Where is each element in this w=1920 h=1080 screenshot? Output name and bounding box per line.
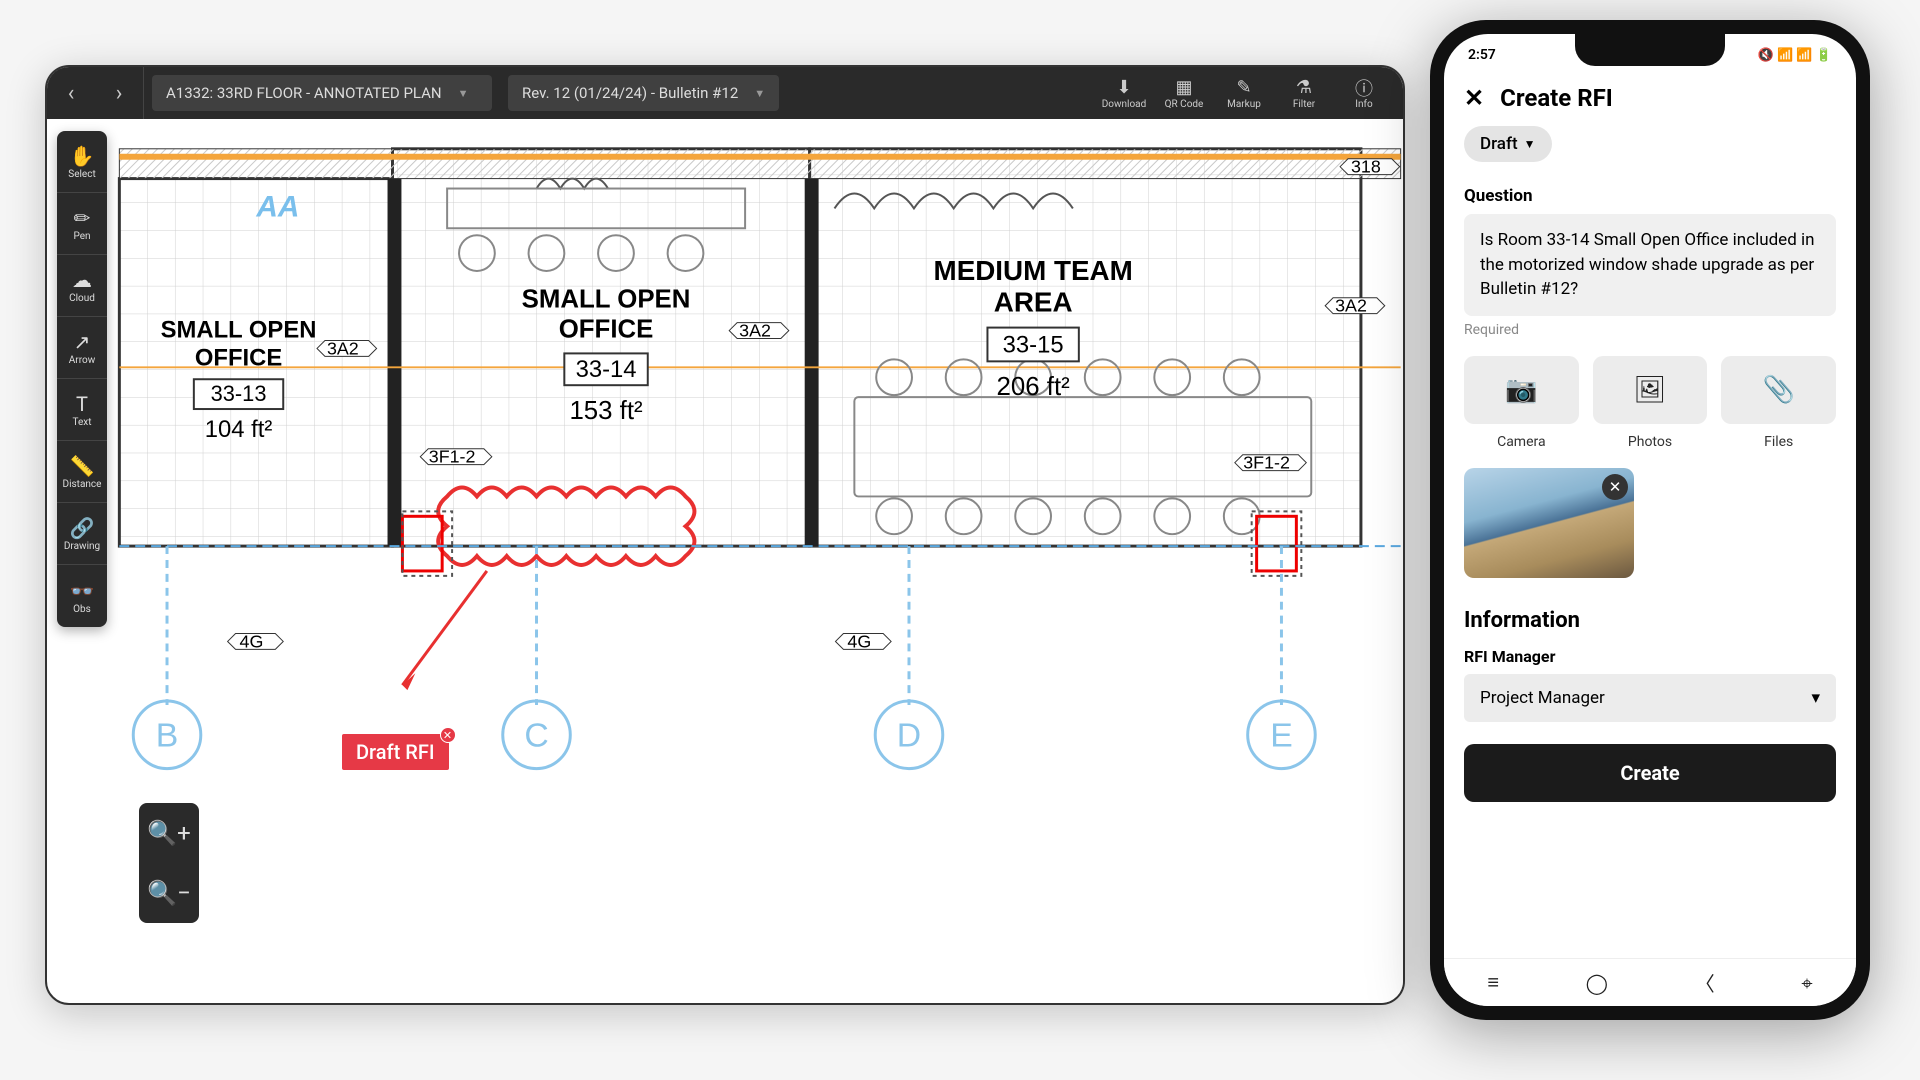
question-input[interactable]: Is Room 33-14 Small Open Office included… bbox=[1464, 214, 1836, 316]
hand-icon: ✋ bbox=[70, 143, 95, 169]
top-actions: ⬇Download ▦QR Code ✎Markup ⚗Filter ⓘInfo bbox=[1097, 77, 1403, 110]
required-label: Required bbox=[1464, 322, 1836, 338]
camera-button[interactable]: 📷 Camera bbox=[1464, 356, 1579, 450]
info-button[interactable]: ⓘInfo bbox=[1337, 77, 1391, 110]
status-icons: 🔇 📶 📶 🔋 bbox=[1758, 48, 1832, 63]
status-chip[interactable]: Draft ▼ bbox=[1464, 126, 1552, 162]
text-icon: T bbox=[76, 391, 88, 417]
remove-thumbnail-button[interactable]: ✕ bbox=[1602, 474, 1628, 500]
back-button[interactable]: 〈 bbox=[1695, 968, 1715, 997]
svg-text:33-13: 33-13 bbox=[211, 381, 267, 406]
photos-button[interactable]: 🖼 Photos bbox=[1593, 356, 1708, 450]
link-icon: 🔗 bbox=[70, 515, 95, 541]
svg-text:33-14: 33-14 bbox=[576, 356, 637, 383]
svg-text:104 ft²: 104 ft² bbox=[205, 416, 273, 443]
create-button[interactable]: Create bbox=[1464, 744, 1836, 802]
draft-rfi-tag[interactable]: Draft RFI ✕ bbox=[342, 734, 449, 770]
download-button[interactable]: ⬇Download bbox=[1097, 77, 1151, 110]
markup-button[interactable]: ✎Markup bbox=[1217, 77, 1271, 110]
question-label: Question bbox=[1464, 186, 1836, 206]
paperclip-icon: 📎 bbox=[1762, 375, 1794, 405]
ruler-icon: 📏 bbox=[70, 453, 95, 479]
camera-icon: 📷 bbox=[1505, 375, 1537, 405]
nav-arrows: ‹ › bbox=[47, 67, 144, 119]
manager-label: RFI Manager bbox=[1464, 647, 1836, 666]
image-icon: 🖼 bbox=[1634, 375, 1667, 405]
filter-button[interactable]: ⚗Filter bbox=[1277, 77, 1331, 110]
tool-palette: ✋Select ✏Pen ☁Cloud ↗Arrow TText 📏Distan… bbox=[57, 131, 107, 627]
files-button[interactable]: 📎 Files bbox=[1721, 356, 1836, 450]
svg-text:D: D bbox=[897, 717, 921, 755]
svg-text:33-15: 33-15 bbox=[1003, 331, 1064, 358]
svg-text:153 ft²: 153 ft² bbox=[569, 397, 643, 425]
svg-text:3A2: 3A2 bbox=[327, 338, 359, 358]
select-tool[interactable]: ✋Select bbox=[57, 131, 107, 193]
chevron-down-icon: ▼ bbox=[458, 87, 469, 100]
cloud-icon: ☁ bbox=[72, 267, 92, 293]
chevron-down-icon: ▼ bbox=[1524, 137, 1536, 151]
attachment-row: 📷 Camera 🖼 Photos 📎 Files bbox=[1464, 356, 1836, 450]
accessibility-button[interactable]: ⌖ bbox=[1801, 971, 1812, 995]
svg-text:4G: 4G bbox=[240, 631, 264, 651]
phone-body: Draft ▼ Question Is Room 33-14 Small Ope… bbox=[1444, 126, 1856, 958]
cloud-tool[interactable]: ☁Cloud bbox=[57, 255, 107, 317]
zoom-control: 🔍+ 🔍− bbox=[139, 803, 199, 923]
photo-thumbnail[interactable]: ✕ bbox=[1464, 468, 1634, 578]
qrcode-button[interactable]: ▦QR Code bbox=[1157, 77, 1211, 110]
svg-text:3A2: 3A2 bbox=[739, 321, 771, 341]
svg-text:C: C bbox=[524, 717, 548, 755]
manager-select[interactable]: Project Manager ▾ bbox=[1464, 674, 1836, 722]
obs-tool[interactable]: 👓Obs bbox=[57, 565, 107, 627]
floor-plan-svg: B C D E 3A2 3A2 3A2 318 3F1-2 3F1-2 4G 4… bbox=[117, 119, 1403, 1003]
sheet-dropdown-label: A1332: 33RD FLOOR - ANNOTATED PLAN bbox=[166, 84, 442, 102]
revision-dropdown-label: Rev. 12 (01/24/24) - Bulletin #12 bbox=[522, 84, 738, 102]
recents-button[interactable]: ≡ bbox=[1487, 970, 1499, 995]
filter-icon: ⚗ bbox=[1296, 77, 1312, 99]
svg-text:3F1-2: 3F1-2 bbox=[429, 447, 476, 467]
close-button[interactable]: ✕ bbox=[1464, 84, 1484, 112]
markup-icon: ✎ bbox=[1236, 77, 1251, 99]
chevron-down-icon: ▼ bbox=[754, 87, 765, 100]
svg-text:AA: AA bbox=[255, 190, 299, 223]
phone-screen: 2:57 🔇 📶 📶 🔋 ✕ Create RFI Draft ▼ Questi… bbox=[1444, 34, 1856, 1006]
phone-notch bbox=[1575, 34, 1725, 66]
svg-text:4G: 4G bbox=[847, 631, 871, 651]
phone-header: ✕ Create RFI bbox=[1444, 76, 1856, 126]
information-heading: Information bbox=[1464, 608, 1836, 633]
zoom-in-button[interactable]: 🔍+ bbox=[139, 803, 199, 863]
home-button[interactable]: ◯ bbox=[1586, 971, 1608, 995]
pen-tool[interactable]: ✏Pen bbox=[57, 193, 107, 255]
revision-dropdown[interactable]: Rev. 12 (01/24/24) - Bulletin #12 ▼ bbox=[508, 75, 779, 111]
page-title: Create RFI bbox=[1500, 84, 1613, 112]
zoom-out-button[interactable]: 🔍− bbox=[139, 863, 199, 923]
svg-text:3F1-2: 3F1-2 bbox=[1243, 453, 1290, 473]
text-tool[interactable]: TText bbox=[57, 379, 107, 441]
distance-tool[interactable]: 📏Distance bbox=[57, 441, 107, 503]
sheet-dropdown[interactable]: A1332: 33RD FLOOR - ANNOTATED PLAN ▼ bbox=[152, 75, 492, 111]
svg-text:318: 318 bbox=[1351, 157, 1381, 177]
drawing-tool[interactable]: 🔗Drawing bbox=[57, 503, 107, 565]
top-bar: ‹ › A1332: 33RD FLOOR - ANNOTATED PLAN ▼… bbox=[47, 67, 1403, 119]
arrow-tool[interactable]: ↗Arrow bbox=[57, 317, 107, 379]
svg-text:B: B bbox=[156, 717, 179, 755]
svg-text:E: E bbox=[1270, 717, 1293, 755]
arrow-icon: ↗ bbox=[74, 329, 91, 355]
svg-text:3A2: 3A2 bbox=[1335, 296, 1367, 316]
info-icon: ⓘ bbox=[1355, 77, 1373, 99]
download-icon: ⬇ bbox=[1116, 77, 1131, 99]
nav-back-button[interactable]: ‹ bbox=[47, 67, 95, 119]
chevron-down-icon: ▾ bbox=[1811, 688, 1820, 708]
qrcode-icon: ▦ bbox=[1175, 77, 1192, 99]
android-nav-bar: ≡ ◯ 〈 ⌖ bbox=[1444, 958, 1856, 1006]
plan-canvas[interactable]: B C D E 3A2 3A2 3A2 318 3F1-2 3F1-2 4G 4… bbox=[117, 119, 1403, 1003]
glasses-icon: 👓 bbox=[70, 578, 95, 604]
nav-forward-button[interactable]: › bbox=[95, 67, 143, 119]
close-icon[interactable]: ✕ bbox=[440, 727, 456, 743]
phone-device: 2:57 🔇 📶 📶 🔋 ✕ Create RFI Draft ▼ Questi… bbox=[1430, 20, 1870, 1020]
status-time: 2:57 bbox=[1468, 47, 1496, 63]
svg-text:206 ft²: 206 ft² bbox=[997, 373, 1071, 401]
pen-icon: ✏ bbox=[74, 205, 91, 231]
tablet-app: ‹ › A1332: 33RD FLOOR - ANNOTATED PLAN ▼… bbox=[45, 65, 1405, 1005]
